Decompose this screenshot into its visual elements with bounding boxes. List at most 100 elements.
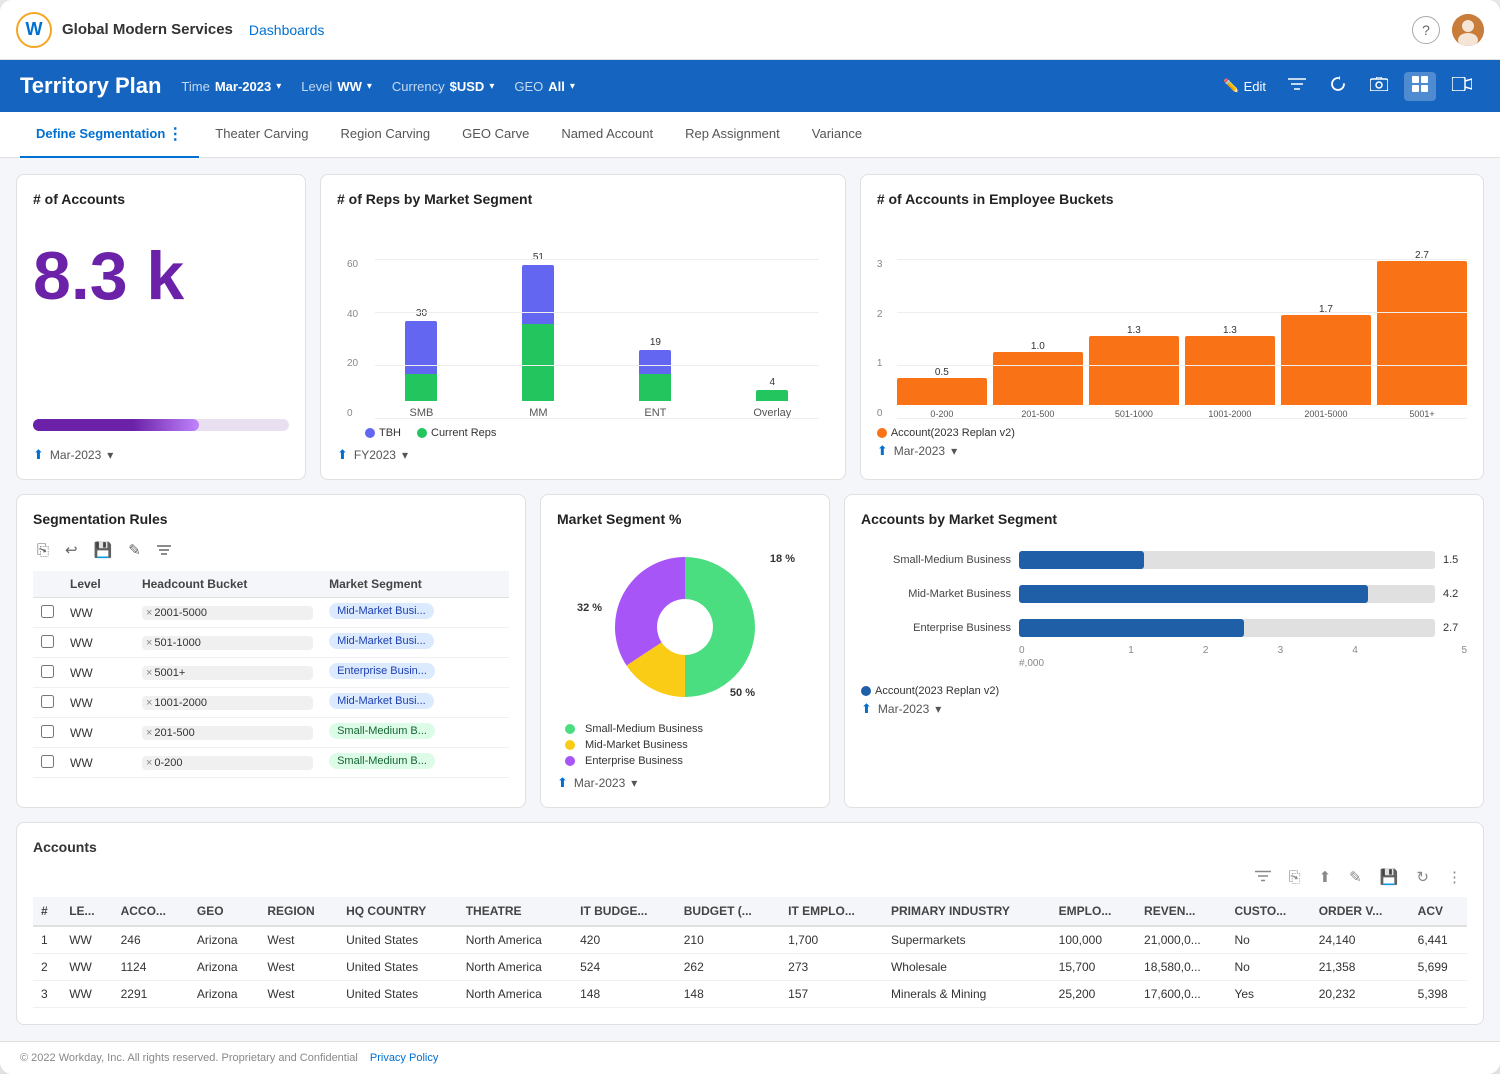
- th-region[interactable]: REGION: [259, 897, 338, 926]
- tab-define-segmentation[interactable]: Define Segmentation ⋮: [20, 112, 199, 158]
- pie-legend-ent-dot: [565, 756, 575, 766]
- row5-checkbox[interactable]: [41, 725, 54, 738]
- seg-toolbar-save[interactable]: 💾: [90, 539, 117, 561]
- privacy-policy-link[interactable]: Privacy Policy: [370, 1052, 438, 1064]
- table-save-btn[interactable]: 💾: [1375, 865, 1404, 889]
- td-theatre-1: North America: [458, 926, 572, 954]
- level-filter[interactable]: Level WW ▾: [301, 79, 372, 94]
- th-hq-country[interactable]: HQ COUNTRY: [338, 897, 458, 926]
- video-icon-button[interactable]: [1444, 73, 1480, 100]
- row4-level: WW: [62, 688, 134, 718]
- emp-lbl-1001-2000: 1001-2000: [1208, 409, 1251, 419]
- row4-chip-x[interactable]: ×: [146, 697, 152, 709]
- row3-level: WW: [62, 658, 134, 688]
- th-primary-industry[interactable]: PRIMARY INDUSTRY: [883, 897, 1051, 926]
- seg-toolbar-copy[interactable]: ⎘: [33, 539, 53, 561]
- td-hq-2: United States: [338, 954, 458, 981]
- seg-toolbar-filter[interactable]: [153, 539, 175, 561]
- table-row: WW × 1001-2000 Mid-Market Busi...: [33, 688, 509, 718]
- row4-checkbox[interactable]: [41, 695, 54, 708]
- row3-checkbox[interactable]: [41, 665, 54, 678]
- tab-bar: Define Segmentation ⋮ Theater Carving Re…: [0, 112, 1500, 158]
- emp-chart-footer[interactable]: ⬆ Mar-2023 ▾: [877, 443, 1467, 459]
- th-acco[interactable]: ACCO...: [113, 897, 189, 926]
- emp-bar-201-500: [993, 352, 1083, 405]
- bar-mm-current: [522, 324, 554, 401]
- geo-filter[interactable]: GEO All ▾: [514, 79, 575, 94]
- hbar-smb: Small-Medium Business 1.5: [861, 551, 1467, 569]
- seg-toolbar-undo[interactable]: ↩: [61, 539, 82, 561]
- dashboards-link[interactable]: Dashboards: [249, 22, 325, 38]
- tab-region-carving[interactable]: Region Carving: [325, 112, 447, 158]
- accounts-card: # of Accounts 8.3 k ⬆ Mar-2023 ▾: [16, 174, 306, 480]
- th-theatre[interactable]: THEATRE: [458, 897, 572, 926]
- help-icon[interactable]: ?: [1412, 16, 1440, 44]
- row1-checkbox[interactable]: [41, 605, 54, 618]
- row3-segment: Enterprise Busin...: [321, 658, 509, 688]
- filter-icon-button[interactable]: [1280, 73, 1314, 100]
- th-it-budget[interactable]: IT BUDGE...: [572, 897, 676, 926]
- legend-acct-segment: Account(2023 Replan v2): [861, 685, 999, 697]
- accounts-by-segment-footer[interactable]: ⬆ Mar-2023 ▾: [861, 701, 1467, 717]
- th-it-emplo[interactable]: IT EMPLO...: [780, 897, 883, 926]
- table-copy-btn[interactable]: ⎘: [1284, 866, 1306, 889]
- currency-filter[interactable]: Currency $USD ▾: [392, 79, 494, 94]
- tab-theater-carving[interactable]: Theater Carving: [199, 112, 324, 158]
- td-emplo-3: 25,200: [1051, 981, 1136, 1008]
- filter-small-icon: ⬆: [33, 447, 44, 463]
- table-edit-btn[interactable]: ✎: [1344, 865, 1367, 889]
- table-more-btn[interactable]: ⋮: [1442, 865, 1467, 889]
- th-custo[interactable]: CUSTO...: [1226, 897, 1310, 926]
- row6-chip-x[interactable]: ×: [146, 757, 152, 769]
- row4-bucket-chip: × 1001-2000: [142, 696, 313, 710]
- row6-segment: Small-Medium B...: [321, 748, 509, 778]
- td-acv-2: 5,699: [1410, 954, 1467, 981]
- th-reven[interactable]: REVEN...: [1136, 897, 1226, 926]
- row3-chip-x[interactable]: ×: [146, 667, 152, 679]
- seg-col-checkbox: [33, 571, 62, 598]
- emp-lbl-5001plus: 5001+: [1409, 409, 1434, 419]
- edit-button[interactable]: ✏️ Edit: [1217, 74, 1272, 98]
- logo-w-letter: W: [26, 19, 43, 40]
- emp-lbl-501-1000: 501-1000: [1115, 409, 1153, 419]
- row6-checkbox[interactable]: [41, 755, 54, 768]
- th-budget[interactable]: BUDGET (...: [676, 897, 780, 926]
- seg-toolbar-edit[interactable]: ✎: [124, 539, 145, 561]
- row2-checkbox[interactable]: [41, 635, 54, 648]
- th-geo[interactable]: GEO: [189, 897, 259, 926]
- th-order-v[interactable]: ORDER V...: [1311, 897, 1410, 926]
- emp-buckets-card: # of Accounts in Employee Buckets 0 1 2 …: [860, 174, 1484, 480]
- th-emplo[interactable]: EMPLO...: [1051, 897, 1136, 926]
- table-refresh-btn[interactable]: ↻: [1411, 865, 1434, 889]
- grid-icon-button[interactable]: [1404, 72, 1436, 101]
- td-emplo-1: 100,000: [1051, 926, 1136, 954]
- td-it-emp-2: 273: [780, 954, 883, 981]
- row1-chip-x[interactable]: ×: [146, 607, 152, 619]
- table-filter-btn[interactable]: [1250, 866, 1276, 889]
- tab-named-account[interactable]: Named Account: [545, 112, 669, 158]
- market-segment-footer[interactable]: ⬆ Mar-2023 ▾: [557, 775, 813, 791]
- camera-icon-button[interactable]: [1362, 73, 1396, 100]
- accounts-card-footer[interactable]: ⬆ Mar-2023 ▾: [33, 447, 289, 463]
- seg-col-headcount: Headcount Bucket: [134, 571, 321, 598]
- row4-badge: Mid-Market Busi...: [329, 693, 434, 709]
- reps-chart-footer[interactable]: ⬆ FY2023 ▾: [337, 447, 829, 463]
- row5-bucket-chip: × 201-500: [142, 726, 313, 740]
- th-le[interactable]: LE...: [61, 897, 112, 926]
- currency-filter-value: $USD: [450, 79, 485, 94]
- avatar[interactable]: [1452, 14, 1484, 46]
- tab-rep-assignment[interactable]: Rep Assignment: [669, 112, 796, 158]
- bar-ent-total: 19: [650, 337, 661, 348]
- time-filter[interactable]: Time Mar-2023 ▾: [181, 79, 281, 94]
- refresh-icon-button[interactable]: [1322, 72, 1354, 101]
- th-num[interactable]: #: [33, 897, 61, 926]
- th-acv[interactable]: ACV: [1410, 897, 1467, 926]
- y-label-60: 60: [347, 259, 367, 270]
- tab-variance[interactable]: Variance: [796, 112, 878, 158]
- pie-chart-svg: [605, 547, 765, 707]
- tab-geo-carve[interactable]: GEO Carve: [446, 112, 545, 158]
- table-export-btn[interactable]: ⬆: [1314, 865, 1337, 889]
- td-le-2: WW: [61, 954, 112, 981]
- row2-chip-x[interactable]: ×: [146, 637, 152, 649]
- row5-chip-x[interactable]: ×: [146, 727, 152, 739]
